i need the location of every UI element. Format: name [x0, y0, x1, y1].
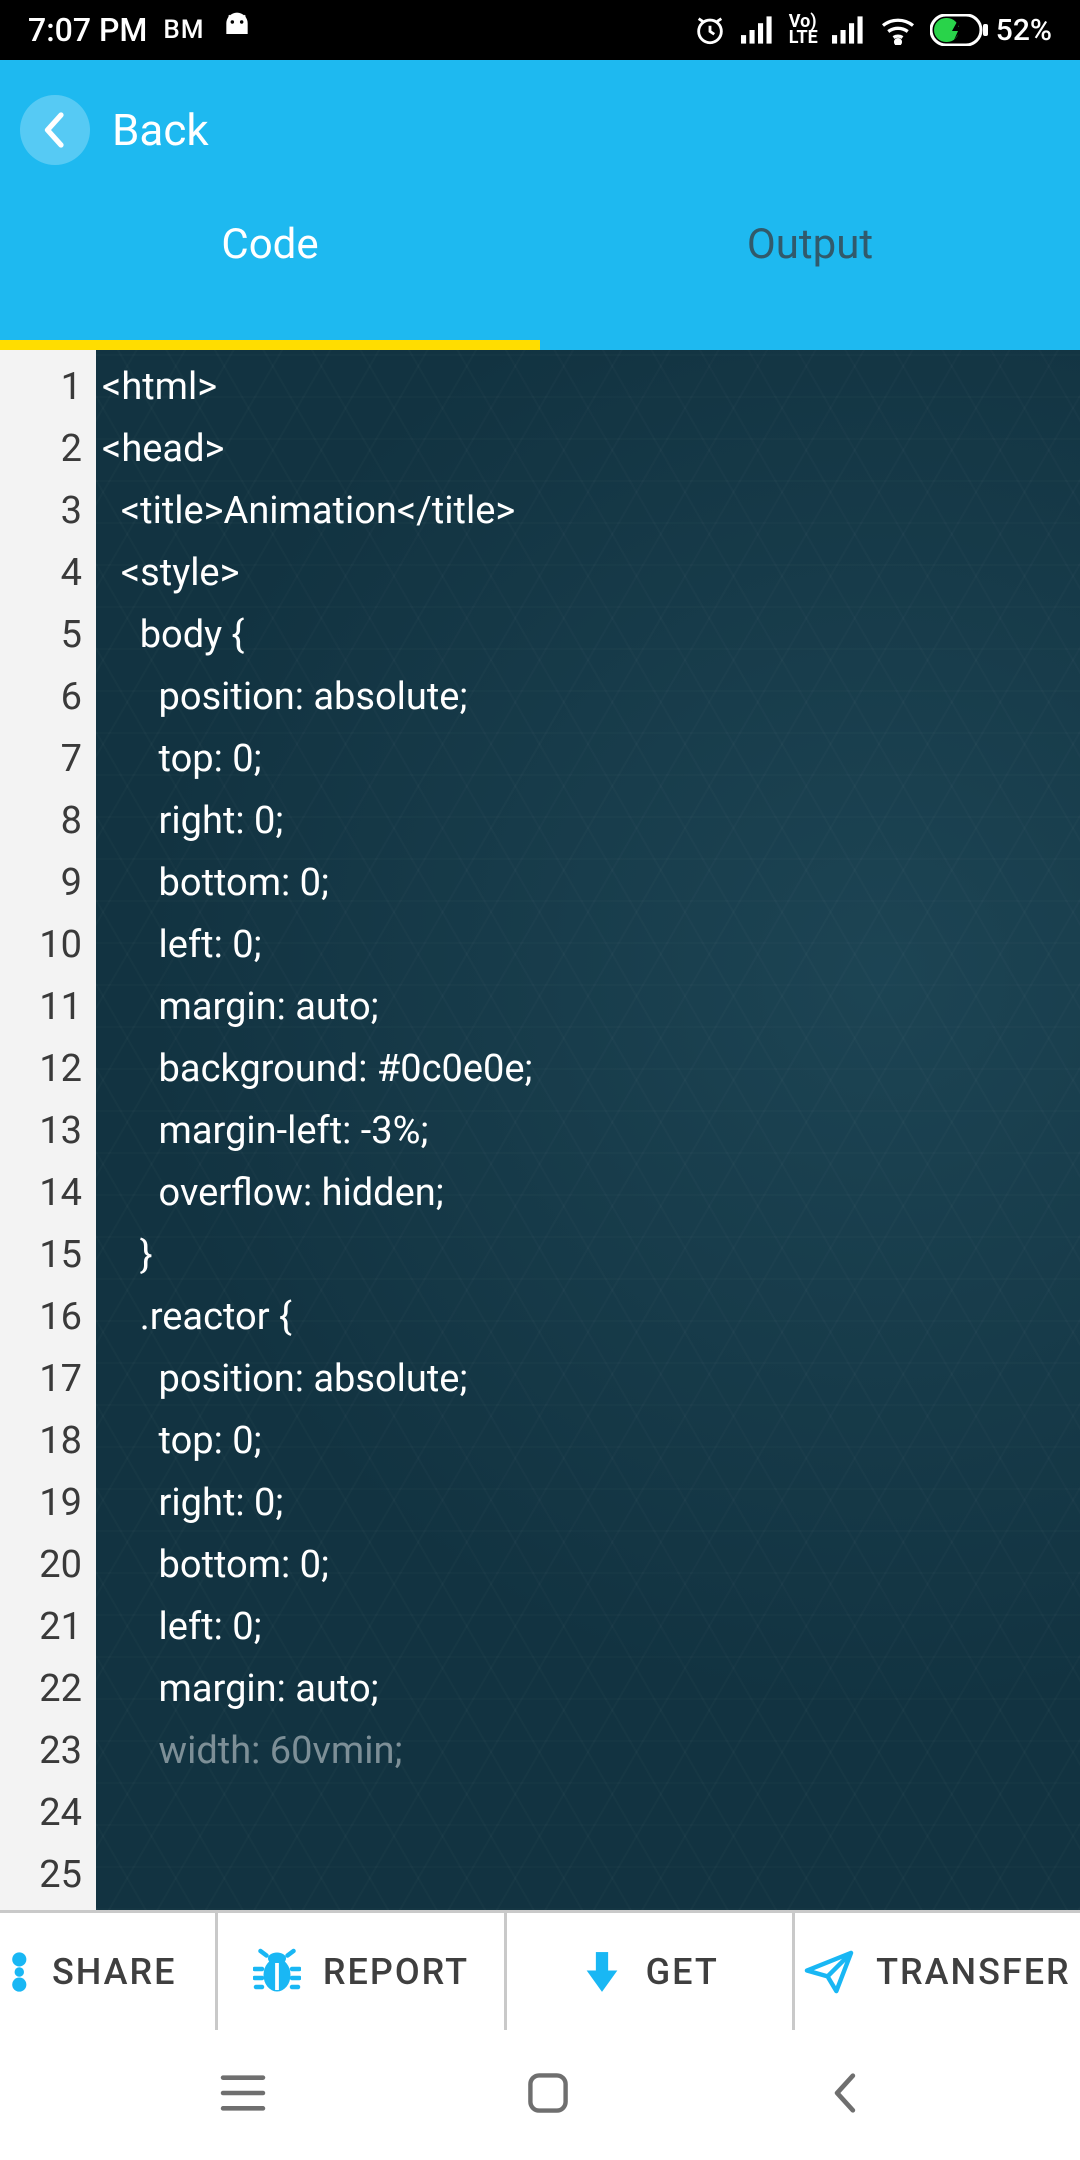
tab-code-label: Code [221, 220, 318, 269]
back-label: Back [112, 104, 209, 156]
share-icon [10, 1950, 38, 1994]
share-button[interactable]: SHARE [0, 1913, 218, 2030]
signal-icon-2 [832, 16, 866, 44]
bug-icon [253, 1948, 301, 1996]
status-bar: 7:07 PM BM Vo)LTE 52% [0, 0, 1080, 60]
android-icon [221, 12, 253, 48]
get-button[interactable]: GET [507, 1913, 795, 2030]
transfer-label: TRANSFER [876, 1951, 1071, 1993]
volte-icon: Vo)LTE [789, 14, 818, 46]
download-icon [580, 1949, 624, 1995]
tab-output[interactable]: Output [540, 176, 1080, 350]
back-button[interactable]: Back [0, 60, 1080, 176]
app-header: Back Code Output [0, 60, 1080, 350]
bottom-action-bar: SHARE REPORT GET TRANSFER [0, 1910, 1080, 2030]
line-gutter: 1234567891011121314151617181920212223242… [0, 350, 96, 1910]
alarm-icon [693, 13, 727, 47]
tab-output-label: Output [747, 220, 873, 269]
status-time: 7:07 PM [28, 11, 147, 49]
signal-icon [741, 16, 775, 44]
battery-pct: 52% [996, 13, 1052, 48]
code-content[interactable]: <html><head> <title>Animation</title> <s… [96, 350, 1080, 1782]
get-label: GET [646, 1951, 719, 1993]
report-label: REPORT [323, 1951, 469, 1993]
status-carrier: BM [163, 15, 204, 45]
code-editor[interactable]: 1234567891011121314151617181920212223242… [0, 350, 1080, 1910]
system-nav-bar [0, 2030, 1080, 2160]
nav-home-icon[interactable] [526, 2071, 570, 2119]
back-icon [20, 95, 90, 165]
share-label: SHARE [52, 1951, 177, 1993]
battery-indicator: 52% [930, 13, 1052, 48]
transfer-button[interactable]: TRANSFER [795, 1913, 1080, 2030]
tab-code[interactable]: Code [0, 176, 540, 350]
tab-bar: Code Output [0, 176, 1080, 350]
report-button[interactable]: REPORT [218, 1913, 506, 2030]
wifi-icon [880, 15, 916, 45]
nav-recents-icon[interactable] [220, 2073, 266, 2117]
nav-back-icon[interactable] [830, 2071, 860, 2119]
send-icon [804, 1949, 854, 1995]
